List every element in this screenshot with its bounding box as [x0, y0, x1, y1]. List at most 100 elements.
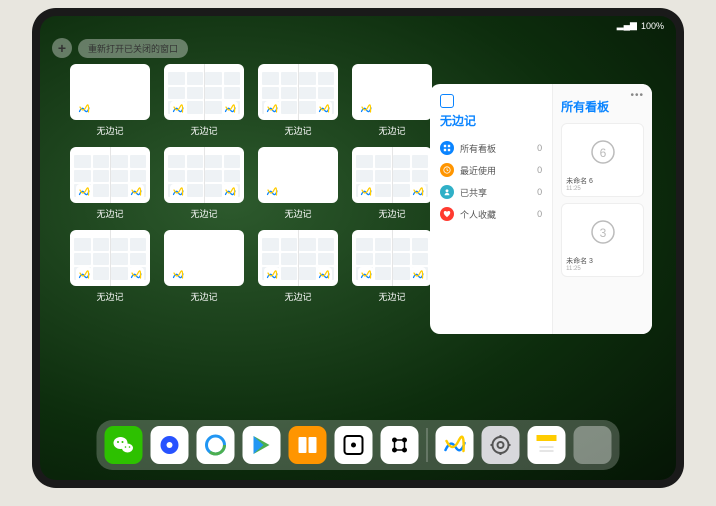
board-date: 11:25	[566, 186, 639, 192]
window-tile[interactable]: 无边记	[352, 64, 432, 137]
window-tile[interactable]: 无边记	[164, 147, 244, 220]
freeform-icon	[410, 184, 426, 200]
app-dots[interactable]	[381, 426, 419, 464]
panel-content: 所有看板 6未命名 611:253未命名 311:25	[552, 84, 652, 334]
battery-text: 100%	[641, 21, 664, 31]
category-count: 0	[537, 143, 542, 153]
window-tile[interactable]: 无边记	[70, 64, 150, 137]
window-tile[interactable]: 无边记	[70, 147, 150, 220]
app-folder[interactable]	[574, 426, 612, 464]
freeform-icon	[170, 267, 186, 283]
freeform-icon	[170, 101, 186, 117]
category-heart[interactable]: 个人收藏 0	[440, 203, 542, 225]
category-label: 个人收藏	[460, 208, 496, 221]
freeform-icon	[264, 101, 280, 117]
app-quark[interactable]	[151, 426, 189, 464]
panel-sidebar: 无边记 所有看板 0 最近使用 0 已共享 0 个人收藏 0	[430, 84, 552, 334]
clock-icon	[440, 163, 454, 177]
freeform-icon	[316, 101, 332, 117]
window-tile[interactable]: 无边记	[164, 230, 244, 303]
top-bar: + 重新打开已关闭的窗口	[52, 38, 188, 58]
window-grid: 无边记无边记无边记无边记无边记无边记无边记无边记无边记无边记无边记无边记	[70, 64, 432, 303]
app-dice[interactable]	[335, 426, 373, 464]
app-books[interactable]	[289, 426, 327, 464]
board-title: 未命名 6	[566, 176, 639, 186]
window-preview	[352, 230, 432, 286]
category-count: 0	[537, 209, 542, 219]
freeform-icon	[264, 267, 280, 283]
freeform-icon	[358, 101, 374, 117]
person-icon	[440, 185, 454, 199]
window-preview	[164, 147, 244, 203]
app-freeform[interactable]	[436, 426, 474, 464]
more-icon[interactable]: •••	[630, 90, 644, 101]
window-tile[interactable]: 无边记	[70, 230, 150, 303]
board-thumb: 3	[566, 208, 639, 256]
add-button[interactable]: +	[52, 38, 72, 58]
freeform-icon	[170, 184, 186, 200]
freeform-icon	[358, 184, 374, 200]
app-settings[interactable]	[482, 426, 520, 464]
freeform-icon	[358, 267, 374, 283]
freeform-icon	[128, 267, 144, 283]
signal-icon: ▂▄▆	[617, 20, 637, 31]
freeform-icon	[76, 267, 92, 283]
window-label: 无边记	[70, 207, 150, 220]
board-card[interactable]: 6 未命名 611:25	[561, 123, 644, 197]
window-label: 无边记	[258, 207, 338, 220]
window-label: 无边记	[258, 124, 338, 137]
svg-text:6: 6	[599, 146, 606, 160]
category-grid[interactable]: 所有看板 0	[440, 137, 542, 159]
window-label: 无边记	[352, 207, 432, 220]
dock-separator	[427, 428, 428, 462]
window-preview	[70, 64, 150, 120]
dock	[97, 420, 620, 470]
freeform-icon	[76, 101, 92, 117]
app-play[interactable]	[243, 426, 281, 464]
window-label: 无边记	[258, 290, 338, 303]
window-tile[interactable]: 无边记	[258, 64, 338, 137]
status-bar: ▂▄▆ 100%	[617, 20, 664, 31]
panel-left-title: 无边记	[440, 112, 542, 129]
window-preview	[164, 64, 244, 120]
window-preview	[164, 230, 244, 286]
svg-text:3: 3	[599, 226, 606, 240]
category-label: 最近使用	[460, 164, 496, 177]
category-count: 0	[537, 187, 542, 197]
heart-icon	[440, 207, 454, 221]
window-tile[interactable]: 无边记	[352, 147, 432, 220]
window-preview	[352, 147, 432, 203]
window-preview	[352, 64, 432, 120]
freeform-panel[interactable]: ••• 无边记 所有看板0最近使用0已共享0个人收藏0 所有看板 6未命名 61…	[430, 84, 652, 334]
freeform-icon	[76, 184, 92, 200]
board-thumb: 6	[566, 128, 639, 176]
app-qqbrowser[interactable]	[197, 426, 235, 464]
category-count: 0	[537, 165, 542, 175]
window-tile[interactable]: 无边记	[352, 230, 432, 303]
window-preview	[258, 147, 338, 203]
freeform-icon	[222, 184, 238, 200]
window-tile[interactable]: 无边记	[258, 230, 338, 303]
window-tile[interactable]: 无边记	[164, 64, 244, 137]
window-label: 无边记	[70, 290, 150, 303]
category-label: 所有看板	[460, 142, 496, 155]
window-label: 无边记	[164, 124, 244, 137]
freeform-icon	[128, 184, 144, 200]
board-date: 11:25	[566, 266, 639, 272]
category-clock[interactable]: 最近使用 0	[440, 159, 542, 181]
app-wechat[interactable]	[105, 426, 143, 464]
grid-icon	[440, 141, 454, 155]
window-label: 无边记	[164, 290, 244, 303]
app-notes[interactable]	[528, 426, 566, 464]
screen: ▂▄▆ 100% + 重新打开已关闭的窗口 无边记无边记无边记无边记无边记无边记…	[40, 16, 676, 480]
category-person[interactable]: 已共享 0	[440, 181, 542, 203]
window-label: 无边记	[352, 124, 432, 137]
window-tile[interactable]: 无边记	[258, 147, 338, 220]
reopen-window-button[interactable]: 重新打开已关闭的窗口	[78, 39, 188, 58]
board-card[interactable]: 3未命名 311:25	[561, 203, 644, 277]
sidebar-toggle-icon[interactable]	[440, 94, 454, 108]
freeform-icon	[222, 101, 238, 117]
window-label: 无边记	[352, 290, 432, 303]
category-label: 已共享	[460, 186, 487, 199]
freeform-icon	[264, 184, 280, 200]
